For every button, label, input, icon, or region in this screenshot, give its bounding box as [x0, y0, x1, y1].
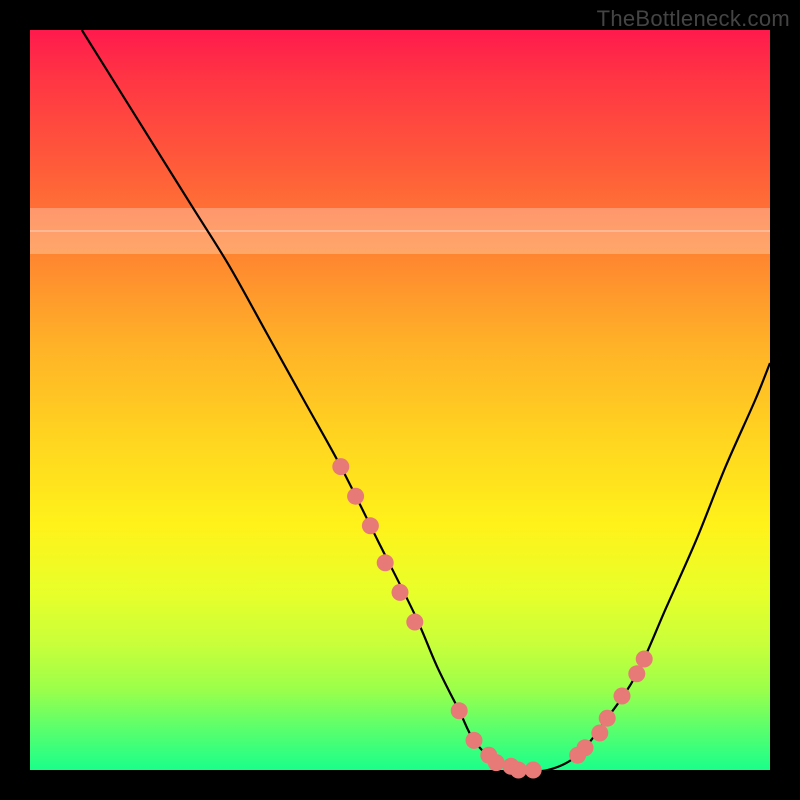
- highlight-dot: [406, 614, 423, 631]
- watermark-text: TheBottleneck.com: [597, 6, 790, 32]
- highlight-dot: [451, 702, 468, 719]
- highlight-dot: [591, 725, 608, 742]
- bottleneck-curve: [82, 30, 770, 771]
- highlight-dot: [510, 762, 527, 779]
- highlight-dot: [636, 651, 653, 668]
- highlight-dot: [466, 732, 483, 749]
- highlight-dot: [628, 665, 645, 682]
- highlight-dot: [488, 754, 505, 771]
- highlight-dots: [332, 458, 652, 778]
- highlight-dot: [599, 710, 616, 727]
- plot-area: [30, 30, 770, 770]
- curve-svg: [30, 30, 770, 770]
- highlight-dot: [525, 762, 542, 779]
- highlight-dot: [362, 517, 379, 534]
- highlight-dot: [614, 688, 631, 705]
- highlight-dot: [577, 739, 594, 756]
- highlight-dot: [377, 554, 394, 571]
- highlight-dot: [347, 488, 364, 505]
- highlight-dot: [332, 458, 349, 475]
- highlight-dot: [392, 584, 409, 601]
- chart-frame: TheBottleneck.com: [0, 0, 800, 800]
